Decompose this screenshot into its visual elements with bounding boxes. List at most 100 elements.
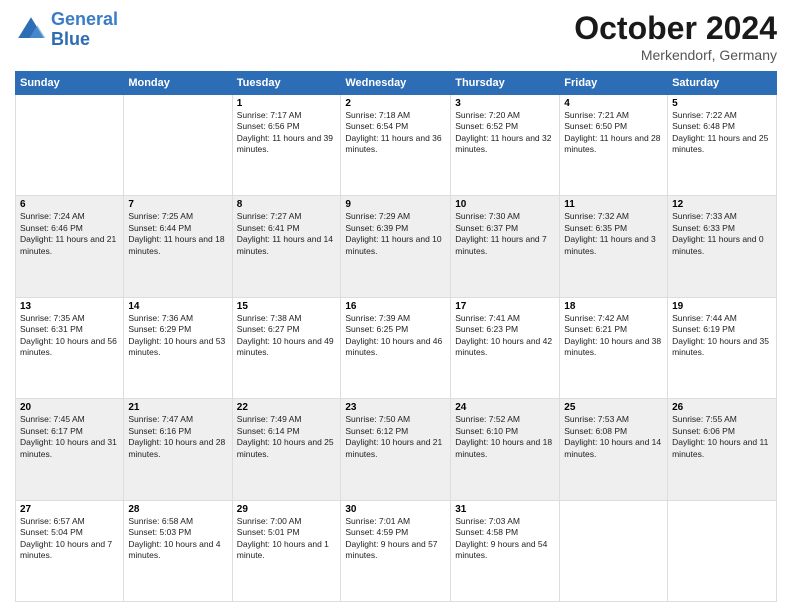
day-info: Sunrise: 7:29 AMSunset: 6:39 PMDaylight:… <box>345 211 446 257</box>
col-thursday: Thursday <box>451 72 560 95</box>
header-row: Sunday Monday Tuesday Wednesday Thursday… <box>16 72 777 95</box>
day-info: Sunrise: 7:30 AMSunset: 6:37 PMDaylight:… <box>455 211 555 257</box>
calendar-cell <box>16 95 124 196</box>
logo-icon <box>15 14 47 46</box>
day-number: 22 <box>237 402 337 413</box>
header: General Blue October 2024 Merkendorf, Ge… <box>15 10 777 63</box>
day-number: 18 <box>564 301 663 312</box>
logo-blue: Blue <box>51 29 90 49</box>
day-number: 17 <box>455 301 555 312</box>
day-info: Sunrise: 7:55 AMSunset: 6:06 PMDaylight:… <box>672 414 772 460</box>
day-number: 19 <box>672 301 772 312</box>
day-number: 11 <box>564 199 663 210</box>
day-number: 4 <box>564 98 663 109</box>
day-info: Sunrise: 7:36 AMSunset: 6:29 PMDaylight:… <box>128 313 227 359</box>
logo: General Blue <box>15 10 118 50</box>
calendar-cell: 18Sunrise: 7:42 AMSunset: 6:21 PMDayligh… <box>560 297 668 398</box>
calendar-cell: 12Sunrise: 7:33 AMSunset: 6:33 PMDayligh… <box>668 196 777 297</box>
day-info: Sunrise: 7:00 AMSunset: 5:01 PMDaylight:… <box>237 516 337 562</box>
day-info: Sunrise: 7:18 AMSunset: 6:54 PMDaylight:… <box>345 110 446 156</box>
calendar-cell: 25Sunrise: 7:53 AMSunset: 6:08 PMDayligh… <box>560 399 668 500</box>
calendar-cell: 24Sunrise: 7:52 AMSunset: 6:10 PMDayligh… <box>451 399 560 500</box>
calendar-week-4: 20Sunrise: 7:45 AMSunset: 6:17 PMDayligh… <box>16 399 777 500</box>
calendar-cell: 2Sunrise: 7:18 AMSunset: 6:54 PMDaylight… <box>341 95 451 196</box>
page: General Blue October 2024 Merkendorf, Ge… <box>0 0 792 612</box>
day-number: 25 <box>564 402 663 413</box>
day-number: 7 <box>128 199 227 210</box>
calendar-week-3: 13Sunrise: 7:35 AMSunset: 6:31 PMDayligh… <box>16 297 777 398</box>
calendar-cell: 14Sunrise: 7:36 AMSunset: 6:29 PMDayligh… <box>124 297 232 398</box>
col-sunday: Sunday <box>16 72 124 95</box>
calendar-cell: 1Sunrise: 7:17 AMSunset: 6:56 PMDaylight… <box>232 95 341 196</box>
calendar-cell: 20Sunrise: 7:45 AMSunset: 6:17 PMDayligh… <box>16 399 124 500</box>
day-number: 6 <box>20 199 119 210</box>
day-number: 20 <box>20 402 119 413</box>
day-info: Sunrise: 7:17 AMSunset: 6:56 PMDaylight:… <box>237 110 337 156</box>
day-info: Sunrise: 7:47 AMSunset: 6:16 PMDaylight:… <box>128 414 227 460</box>
calendar-cell <box>124 95 232 196</box>
day-info: Sunrise: 7:52 AMSunset: 6:10 PMDaylight:… <box>455 414 555 460</box>
day-info: Sunrise: 7:45 AMSunset: 6:17 PMDaylight:… <box>20 414 119 460</box>
day-number: 15 <box>237 301 337 312</box>
calendar-cell: 7Sunrise: 7:25 AMSunset: 6:44 PMDaylight… <box>124 196 232 297</box>
calendar-cell: 19Sunrise: 7:44 AMSunset: 6:19 PMDayligh… <box>668 297 777 398</box>
calendar-cell: 30Sunrise: 7:01 AMSunset: 4:59 PMDayligh… <box>341 500 451 601</box>
day-number: 30 <box>345 504 446 515</box>
day-number: 10 <box>455 199 555 210</box>
day-info: Sunrise: 7:41 AMSunset: 6:23 PMDaylight:… <box>455 313 555 359</box>
day-number: 13 <box>20 301 119 312</box>
location: Merkendorf, Germany <box>574 47 777 63</box>
calendar-cell: 9Sunrise: 7:29 AMSunset: 6:39 PMDaylight… <box>341 196 451 297</box>
day-info: Sunrise: 7:20 AMSunset: 6:52 PMDaylight:… <box>455 110 555 156</box>
day-info: Sunrise: 7:01 AMSunset: 4:59 PMDaylight:… <box>345 516 446 562</box>
day-info: Sunrise: 7:44 AMSunset: 6:19 PMDaylight:… <box>672 313 772 359</box>
day-info: Sunrise: 7:38 AMSunset: 6:27 PMDaylight:… <box>237 313 337 359</box>
calendar-table: Sunday Monday Tuesday Wednesday Thursday… <box>15 71 777 602</box>
calendar-cell: 5Sunrise: 7:22 AMSunset: 6:48 PMDaylight… <box>668 95 777 196</box>
calendar-week-1: 1Sunrise: 7:17 AMSunset: 6:56 PMDaylight… <box>16 95 777 196</box>
col-friday: Friday <box>560 72 668 95</box>
logo-text: General Blue <box>51 10 118 50</box>
day-info: Sunrise: 7:32 AMSunset: 6:35 PMDaylight:… <box>564 211 663 257</box>
calendar-cell: 4Sunrise: 7:21 AMSunset: 6:50 PMDaylight… <box>560 95 668 196</box>
day-info: Sunrise: 7:50 AMSunset: 6:12 PMDaylight:… <box>345 414 446 460</box>
calendar-cell: 26Sunrise: 7:55 AMSunset: 6:06 PMDayligh… <box>668 399 777 500</box>
calendar-cell: 27Sunrise: 6:57 AMSunset: 5:04 PMDayligh… <box>16 500 124 601</box>
calendar-cell: 28Sunrise: 6:58 AMSunset: 5:03 PMDayligh… <box>124 500 232 601</box>
calendar-cell: 29Sunrise: 7:00 AMSunset: 5:01 PMDayligh… <box>232 500 341 601</box>
calendar-cell: 22Sunrise: 7:49 AMSunset: 6:14 PMDayligh… <box>232 399 341 500</box>
day-number: 29 <box>237 504 337 515</box>
day-number: 27 <box>20 504 119 515</box>
day-info: Sunrise: 7:53 AMSunset: 6:08 PMDaylight:… <box>564 414 663 460</box>
logo-general: General <box>51 9 118 29</box>
day-info: Sunrise: 7:24 AMSunset: 6:46 PMDaylight:… <box>20 211 119 257</box>
day-info: Sunrise: 7:22 AMSunset: 6:48 PMDaylight:… <box>672 110 772 156</box>
calendar-cell: 15Sunrise: 7:38 AMSunset: 6:27 PMDayligh… <box>232 297 341 398</box>
calendar-cell <box>668 500 777 601</box>
day-number: 8 <box>237 199 337 210</box>
day-number: 9 <box>345 199 446 210</box>
calendar-cell: 16Sunrise: 7:39 AMSunset: 6:25 PMDayligh… <box>341 297 451 398</box>
title-block: October 2024 Merkendorf, Germany <box>574 10 777 63</box>
day-number: 21 <box>128 402 227 413</box>
calendar-cell: 13Sunrise: 7:35 AMSunset: 6:31 PMDayligh… <box>16 297 124 398</box>
day-number: 5 <box>672 98 772 109</box>
day-number: 1 <box>237 98 337 109</box>
day-number: 12 <box>672 199 772 210</box>
calendar-cell: 23Sunrise: 7:50 AMSunset: 6:12 PMDayligh… <box>341 399 451 500</box>
calendar-cell <box>560 500 668 601</box>
calendar-cell: 8Sunrise: 7:27 AMSunset: 6:41 PMDaylight… <box>232 196 341 297</box>
day-number: 3 <box>455 98 555 109</box>
day-number: 16 <box>345 301 446 312</box>
day-info: Sunrise: 7:27 AMSunset: 6:41 PMDaylight:… <box>237 211 337 257</box>
calendar-cell: 11Sunrise: 7:32 AMSunset: 6:35 PMDayligh… <box>560 196 668 297</box>
calendar-cell: 21Sunrise: 7:47 AMSunset: 6:16 PMDayligh… <box>124 399 232 500</box>
day-info: Sunrise: 7:49 AMSunset: 6:14 PMDaylight:… <box>237 414 337 460</box>
col-saturday: Saturday <box>668 72 777 95</box>
day-info: Sunrise: 7:21 AMSunset: 6:50 PMDaylight:… <box>564 110 663 156</box>
col-wednesday: Wednesday <box>341 72 451 95</box>
day-info: Sunrise: 6:58 AMSunset: 5:03 PMDaylight:… <box>128 516 227 562</box>
day-info: Sunrise: 7:42 AMSunset: 6:21 PMDaylight:… <box>564 313 663 359</box>
day-number: 24 <box>455 402 555 413</box>
day-number: 31 <box>455 504 555 515</box>
